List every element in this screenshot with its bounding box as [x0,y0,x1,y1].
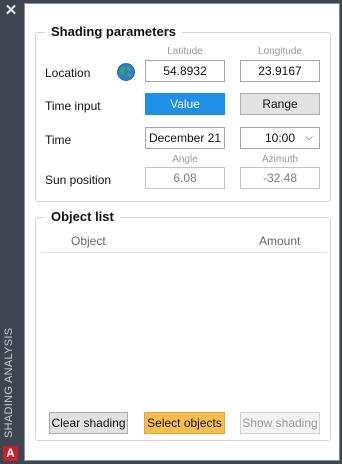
clear-shading-button[interactable]: Clear shading [49,412,128,434]
azimuth-header: Azimuth [261,154,299,165]
value-button[interactable]: Value [145,93,225,115]
location-label: Location [45,66,91,80]
close-icon[interactable]: ✕ [4,3,18,19]
latitude-header: Latitude [167,46,203,57]
amount-column-header[interactable]: Amount [259,234,300,248]
object-list-title: Object list [45,209,120,224]
latitude-field[interactable]: 54.8932 [145,60,225,82]
time-input-label: Time input [45,99,101,113]
side-rail: ✕ SHADING ANALYSIS A [0,0,22,464]
longitude-field[interactable]: 23.9167 [240,60,320,82]
object-list-body[interactable] [41,253,327,403]
longitude-header: Longitude [258,46,302,57]
shading-parameters-title: Shading parameters [45,24,182,39]
object-column-header[interactable]: Object [71,234,106,248]
azimuth-field: -32.48 [240,167,320,189]
angle-header: Angle [172,154,198,165]
shading-analysis-panel: Shading parameters Latitude Longitude Lo… [24,3,340,461]
autocad-logo-icon: A [3,446,18,461]
select-objects-button[interactable]: Select objects [144,412,225,434]
palette-title: SHADING ANALYSIS [3,327,15,438]
range-button[interactable]: Range [240,93,320,115]
globe-icon[interactable] [117,63,135,81]
angle-field: 6.08 [145,167,225,189]
time-value: 10:00 [264,131,296,145]
chevron-down-icon: ⌵ [305,132,313,143]
show-shading-button: Show shading [240,412,320,434]
time-select[interactable]: 10:00 ⌵ [240,127,320,149]
date-field[interactable]: December 21 [145,127,225,149]
time-label: Time [45,133,72,147]
sun-position-label: Sun position [45,173,112,187]
